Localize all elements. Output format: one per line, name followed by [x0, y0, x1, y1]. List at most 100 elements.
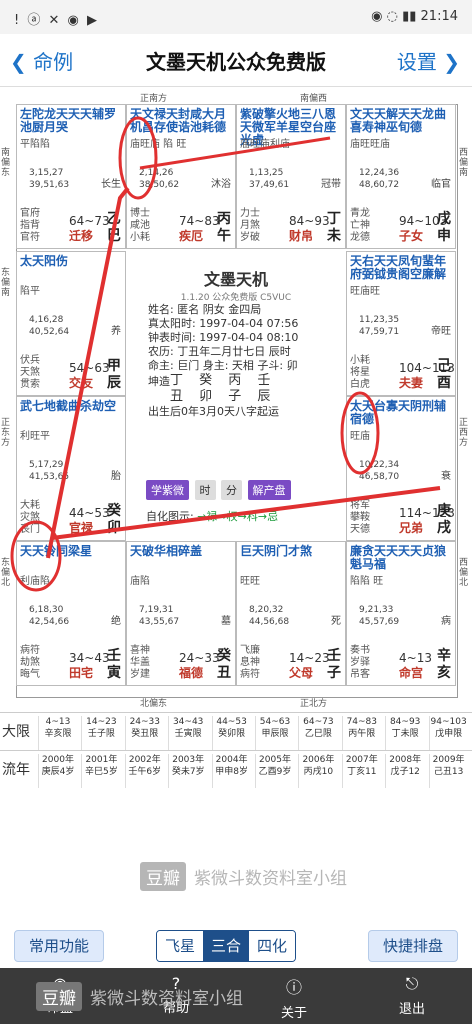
direction-bottom-1: 北偏东 — [140, 699, 168, 709]
year-cell[interactable]: 2004年 甲申8岁 — [211, 754, 251, 788]
info-line-4: 农历: 丁丑年二月廿七日 辰时 — [148, 345, 291, 358]
palace-4[interactable]: 太天阳伤 陷平 4,16,28 40,52,64 养伏兵 天煞 贯索 54~63 交友甲辰 — [16, 251, 126, 396]
chart-center-info: 文墨天机 1.1.20 公众免费版 C5VUC 姓名: 匿名 阴女 金四局 真太… — [126, 254, 346, 540]
palace-9[interactable]: 天破华相碎盖 庙陷 7,19,31 43,55,67 墓喜神 华盖 岁建 24~33 福德… — [126, 541, 236, 686]
year-cell[interactable]: 2001年 辛巳5岁 — [81, 754, 120, 788]
palace-brightness: 利旺平 — [20, 431, 50, 442]
palace-5[interactable]: 天右天天凤旬蜚年府弼钺贵阁空廉解 旺庙旺 11,23,35 47,59,71 帝旺 小耗… — [346, 251, 456, 396]
palace-stars: 武七地截曲杀劫空 — [20, 399, 117, 413]
palace-range: 64~73 — [69, 214, 110, 228]
palace-stage: 死 — [331, 616, 341, 627]
palace-6[interactable]: 武七地截曲杀劫空 利旺平 5,17,29 41,53,65 胎大耗 灾煞 丧门 44~5… — [16, 396, 126, 541]
palace-pname: 子女 — [399, 229, 424, 243]
decade-cell[interactable]: 64~73 乙巳限 — [298, 716, 337, 750]
exit-icon: ⎋ — [405, 974, 419, 993]
cell-bottom-text: 丁亥11 — [347, 767, 377, 777]
learn-ziwei-button[interactable]: 学紫微 — [146, 480, 189, 500]
palace-range: 34~43 — [69, 651, 110, 665]
year-cell[interactable]: 2002年壬午6岁 — [124, 754, 164, 788]
quick-chart-button[interactable]: 快捷排盘 — [367, 930, 458, 962]
mode-sanhe[interactable]: 三合 — [203, 931, 250, 961]
watermark-1: 豆瓣 紫微斗数资料室小组 — [140, 862, 347, 891]
palace-3[interactable]: 文天天解天天龙曲喜寿神巫旬德 庙旺旺庙 12,24,36 48,60,72 临官 青龙 … — [346, 104, 456, 249]
palace-11[interactable]: 廉贪天天天天贞狼魁马福 陷陷 旺 9,21,33 45,57,69 病奏书 岁驿 吊客… — [346, 541, 456, 686]
palace-gods: 青龙 亡神 龙德 — [350, 208, 370, 243]
palace-7[interactable]: 太天台寡天阴刑辅宿德 旺庙 10,22,34 46,58,70 衰将军 攀鞍 天德 11… — [346, 396, 456, 541]
palace-10[interactable]: 巨天阴门才煞 旺旺 8,20,32 44,56,68 死飞廉 息神 病符 14~23 父母… — [236, 541, 346, 686]
cell-bottom-text: 戊子12 — [390, 767, 420, 777]
palace-pname: 财帛 — [289, 229, 314, 243]
common-functions-button[interactable]: 常用功能 — [14, 930, 105, 962]
mode-feixing[interactable]: 飞星 — [157, 931, 204, 961]
palace-ages: 8,20,32 44,56,68 — [249, 605, 290, 627]
palace-2[interactable]: 紫破擎火地三八恩天微军羊星空台座光虚 庙旺庙利庙 1,13,25 37,49,61 冠… — [236, 104, 346, 249]
palace-gods: 伏兵 天煞 贯索 — [20, 355, 40, 390]
year-cell[interactable]: 2008年戊子12 — [385, 754, 424, 788]
palace-branch: 未 — [327, 228, 341, 244]
cell-bottom-text: 壬子限 — [87, 729, 115, 739]
cell-top-text: 2007年 — [345, 755, 378, 765]
palace-8[interactable]: 天天铃同梁星 利庙陷 6,18,30 42,54,66 绝病符 劫煞 晦气 34~43 田… — [16, 541, 126, 686]
tab-exit[interactable]: ⎋ 退出 — [382, 974, 442, 1017]
cell-bottom-text: 壬午6岁 — [128, 767, 162, 777]
info-line-2: 真太阳时: 1997-04-04 07:56 — [148, 317, 299, 330]
center-buttons: 学紫微 时 分 解产盘 — [146, 480, 293, 500]
year-cell[interactable]: 2003年 癸未7岁 — [168, 754, 207, 788]
hour-button[interactable]: 时 — [194, 480, 216, 500]
status-left-icons: ! ⓐ ✕ ◉ ▶ — [14, 13, 99, 28]
cell-top-text: 44~53 — [216, 717, 247, 727]
palace-0[interactable]: 左陀龙天天天辅罗池厨月哭 平陷陷 3,15,27 39,51,63 长生 官府 指背 官… — [16, 104, 126, 249]
year-cell[interactable]: 2007年丁亥11 — [341, 754, 381, 788]
decade-cell[interactable]: 44~53 癸卯限 — [211, 716, 251, 750]
cell-top-text: 54~63 — [259, 717, 291, 727]
palace-branch: 午 — [217, 228, 231, 244]
palace-range: 14~23 — [289, 651, 330, 665]
decade-cell[interactable]: 34~43 壬寅限 — [168, 716, 207, 750]
decade-cell[interactable]: 74~83 丙午限 — [341, 716, 381, 750]
palace-brightness: 庙旺庙 陷 旺 — [130, 139, 187, 150]
direction-left-2: 东偏南 — [1, 268, 11, 298]
palace-ages: 11,23,35 47,59,71 — [359, 315, 400, 337]
cell-bottom-text: 辛亥限 — [44, 729, 72, 739]
chart-parse-button[interactable]: 解产盘 — [247, 480, 291, 500]
palace-branch: 巳 — [107, 228, 121, 244]
cell-bottom-text: 丁未限 — [391, 729, 419, 739]
palace-branch: 亥 — [437, 665, 451, 681]
palace-branch: 丑 — [217, 665, 231, 681]
mode-sihua[interactable]: 四化 — [249, 931, 296, 961]
decade-cell[interactable]: 14~23 壬子限 — [81, 716, 120, 750]
settings-button[interactable]: 设置 ❯ — [397, 46, 460, 75]
palace-gods: 官府 指背 官符 — [20, 208, 40, 243]
year-cell[interactable]: 2000年 庚辰4岁 — [38, 754, 77, 788]
palace-range: 24~33 — [179, 651, 220, 665]
palace-stars: 文天天解天天龙曲喜寿神巫旬德 — [350, 107, 447, 134]
decade-cell[interactable]: 24~33 癸丑限 — [124, 716, 164, 750]
palace-brightness: 利庙陷 — [20, 576, 50, 587]
bazi-branches: 丑 卯 子 辰 — [170, 389, 277, 404]
luck-start-note: 出生后0年3月0天八字起运 — [148, 405, 279, 418]
palace-gods: 力士 月煞 岁破 — [240, 208, 260, 243]
tab-bar: ◉命盘 ?帮助 ⓘ关于 ⎋退出 豆瓣紫微斗数资料室小组 — [0, 968, 472, 1024]
tab-about[interactable]: ⓘ 关于 — [264, 974, 324, 1021]
palace-branch: 寅 — [107, 665, 121, 681]
cell-top-text: 2002年 — [128, 755, 161, 765]
palace-gods: 病符 劫煞 晦气 — [20, 645, 40, 680]
decade-cell[interactable]: 54~63 甲辰限 — [255, 716, 294, 750]
cell-top-text: 2006年 — [302, 755, 335, 765]
palace-ages: 12,24,36 48,60,72 — [359, 168, 400, 190]
palace-stars: 巨天阴门才煞 — [240, 544, 313, 558]
palace-pname: 福德 — [179, 666, 204, 680]
legend-items: →禄→权→科→忌 — [197, 510, 279, 523]
palace-1[interactable]: 天文禄天封咸大月机昌存使诰池耗德 庙旺庙 陷 旺 2,14,26 38,50,62 沐… — [126, 104, 236, 249]
minute-button[interactable]: 分 — [221, 480, 242, 500]
decade-cell[interactable]: 4~13 辛亥限 — [38, 716, 77, 750]
decade-cell[interactable]: 84~93 丁未限 — [385, 716, 424, 750]
palace-stage: 帝旺 — [431, 326, 451, 337]
decade-cell[interactable]: 94~103 戊申限 — [428, 716, 468, 750]
year-cell[interactable]: 2005年 乙酉9岁 — [255, 754, 294, 788]
year-cell[interactable]: 2006年 丙戌10 — [298, 754, 337, 788]
watermark-2: 豆瓣 紫微斗数资料室小组 — [36, 982, 243, 1011]
year-cell[interactable]: 2009年 己丑13 — [428, 754, 468, 788]
cell-top-text: 2008年 — [389, 755, 422, 765]
palace-ages: 1,13,25 37,49,61 — [249, 168, 290, 190]
